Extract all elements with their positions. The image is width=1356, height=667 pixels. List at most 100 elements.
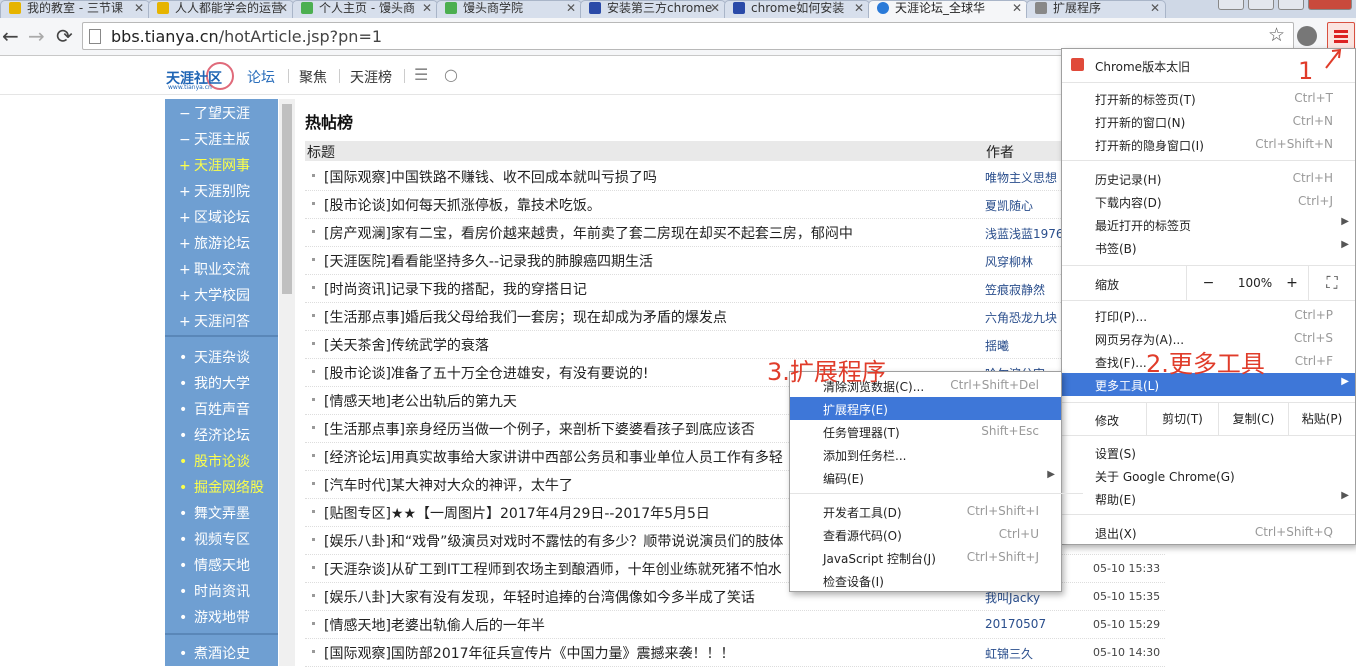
submenu-view-source[interactable]: 查看源代码(O) Ctrl+U — [790, 523, 1061, 546]
nav-ranking[interactable]: 天涯榜 — [350, 67, 392, 87]
post-author-link[interactable]: 20170507 — [985, 617, 1046, 631]
close-icon[interactable]: ✕ — [134, 1, 144, 15]
close-icon[interactable]: ✕ — [854, 1, 864, 15]
nav-menu-icon[interactable]: ☰ — [414, 65, 428, 84]
url-text[interactable]: bbs.tianya.cn/hotArticle.jsp?pn=1 — [111, 27, 382, 46]
sidebar-item[interactable]: • 舞文弄墨 — [179, 503, 250, 523]
sidebar-item[interactable]: • 掘金网络股 — [179, 477, 264, 497]
menu-history[interactable]: 历史记录(H) Ctrl+H — [1062, 167, 1355, 190]
sidebar-item[interactable]: • 百姓声音 — [179, 399, 250, 419]
sidebar-item[interactable]: + 天涯网事 — [179, 155, 250, 175]
table-row: [房产观澜]家有二宝，看房价越来越贵，年前卖了套二房现在却买不起套三房，郁闷中浅… — [305, 219, 1165, 247]
submenu-add-to-taskbar[interactable]: 添加到任务栏... — [790, 443, 1061, 466]
post-title-link[interactable]: [房产观澜]家有二宝，看房价越来越贵，年前卖了套二房现在却买不起套三房，郁闷中 — [324, 223, 979, 243]
bookmark-star-icon[interactable]: ☆ — [1268, 24, 1285, 46]
post-title-link[interactable]: [股市论谈]如何每天抓涨停板，靠技术吃饭。 — [324, 195, 979, 215]
sidebar-item[interactable]: • 我的大学 — [179, 373, 250, 393]
sidebar-item[interactable]: + 旅游论坛 — [179, 233, 250, 253]
tab-3[interactable]: 个人主页 - 馒头商 ✕ — [292, 0, 438, 18]
menu-new-tab[interactable]: 打开新的标签页(T) Ctrl+T — [1062, 87, 1355, 110]
tab-1[interactable]: 我的教室 - 三节课 ✕ — [0, 0, 150, 18]
sidebar-item[interactable]: • 天涯杂谈 — [179, 347, 250, 367]
close-window-icon[interactable] — [1308, 0, 1352, 10]
sidebar-item[interactable]: + 天涯问答 — [179, 311, 250, 331]
post-author-link[interactable]: 笠痕寂静然 — [985, 281, 1045, 298]
close-icon[interactable]: ✕ — [710, 1, 720, 15]
sidebar-item[interactable]: + 区域论坛 — [179, 207, 250, 227]
post-title-link[interactable]: [国际观察]国防部2017年征兵宣传片《中国力量》震撼来袭！！！ — [324, 643, 979, 663]
extension-icon[interactable] — [1297, 26, 1317, 46]
copy-button[interactable]: 复制(C) — [1218, 403, 1288, 435]
sidebar-item[interactable]: − 天涯主版 — [179, 129, 250, 149]
sidebar-item[interactable]: • 时尚资讯 — [179, 581, 250, 601]
sidebar-item[interactable]: • 经济论坛 — [179, 425, 250, 445]
menu-recent-tabs[interactable]: 最近打开的标签页 ▶ — [1062, 213, 1355, 236]
sidebar-item[interactable]: • 情感天地 — [179, 555, 250, 575]
post-author-link[interactable]: 浅蓝浅蓝1976 — [985, 225, 1064, 242]
zoom-in-button[interactable]: + — [1280, 266, 1304, 300]
sidebar-item[interactable]: − 了望天涯 — [179, 103, 250, 123]
post-title-link[interactable]: [生活那点事]婚后我父母给我们一套房；现在却成为矛盾的爆发点 — [324, 307, 979, 327]
tab-8[interactable]: 扩展程序 ✕ — [1026, 0, 1166, 18]
user-icon[interactable] — [1218, 0, 1244, 10]
address-bar[interactable]: bbs.tianya.cn/hotArticle.jsp?pn=1 ☆ — [82, 22, 1294, 50]
nav-focus[interactable]: 聚焦 — [299, 67, 327, 87]
tab-2[interactable]: 人人都能学会的运营 ✕ — [148, 0, 294, 18]
sidebar-item[interactable]: • 股市论谈 — [179, 451, 250, 471]
submenu-devtools[interactable]: 开发者工具(D) Ctrl+Shift+I — [790, 500, 1061, 523]
sidebar-item[interactable]: • 游戏地带 — [179, 607, 250, 627]
tab-5[interactable]: 安装第三方chrome ✕ — [580, 0, 726, 18]
close-icon[interactable]: ✕ — [1012, 1, 1022, 15]
minimize-icon[interactable] — [1248, 0, 1274, 10]
tab-6[interactable]: chrome如何安装 ✕ — [724, 0, 870, 18]
post-author-link[interactable]: 六角恐龙九块 — [985, 309, 1057, 326]
post-author-link[interactable]: 夏凯随心 — [985, 197, 1033, 214]
cut-button[interactable]: 剪切(T) — [1146, 403, 1218, 435]
menu-bookmarks[interactable]: 书签(B) ▶ — [1062, 236, 1355, 259]
reload-icon[interactable]: ⟳ — [56, 24, 73, 48]
back-icon[interactable]: ← — [2, 24, 19, 48]
post-title-link[interactable]: [天涯医院]看看能坚持多久--记录我的肺腺癌四期生活 — [324, 251, 979, 271]
close-icon[interactable]: ✕ — [278, 1, 288, 15]
menu-exit[interactable]: 退出(X) Ctrl+Shift+Q — [1062, 521, 1355, 544]
sidebar-item[interactable]: + 天涯别院 — [179, 181, 250, 201]
close-icon[interactable]: ✕ — [422, 1, 432, 15]
tianya-logo[interactable]: 天涯社区 www.tianya.cn — [166, 62, 238, 92]
close-icon[interactable]: ✕ — [566, 1, 576, 15]
sidebar-item[interactable]: + 大学校园 — [179, 285, 250, 305]
nav-forum[interactable]: 论坛 — [247, 67, 275, 87]
menu-about[interactable]: 关于 Google Chrome(G) — [1062, 464, 1355, 487]
post-author-link[interactable]: 揺曦 — [985, 337, 1009, 354]
paste-button[interactable]: 粘贴(P) — [1288, 403, 1355, 435]
post-title-link[interactable]: [时尚资讯]记录下我的搭配，我的穿搭日记 — [324, 279, 979, 299]
submenu-inspect[interactable]: 检查设备(I) — [790, 569, 1061, 592]
tab-4[interactable]: 馒头商学院 ✕ — [436, 0, 582, 18]
menu-incognito[interactable]: 打开新的隐身窗口(I) Ctrl+Shift+N — [1062, 133, 1355, 156]
post-author-link[interactable]: 虹锦三久 — [985, 645, 1033, 662]
submenu-task-manager[interactable]: 任务管理器(T) Shift+Esc — [790, 420, 1061, 443]
sidebar-item[interactable]: + 职业交流 — [179, 259, 250, 279]
fullscreen-button[interactable]: ⛶ — [1308, 266, 1355, 300]
tab-7-active[interactable]: 天涯论坛_全球华 ✕ — [868, 0, 1028, 18]
post-title-link[interactable]: [情感天地]老婆出轨偷人后的一年半 — [324, 615, 979, 635]
close-icon[interactable]: ✕ — [1150, 1, 1160, 15]
menu-print[interactable]: 打印(P)... Ctrl+P — [1062, 304, 1355, 327]
menu-settings[interactable]: 设置(S) — [1062, 441, 1355, 464]
post-author-link[interactable]: 风穿柳林 — [985, 253, 1033, 270]
submenu-js-console[interactable]: JavaScript 控制台(J) Ctrl+Shift+J — [790, 546, 1061, 569]
menu-help[interactable]: 帮助(E) ▶ — [1062, 487, 1355, 510]
page-scrollbar[interactable] — [279, 99, 295, 666]
sidebar-item[interactable]: • 视频专区 — [179, 529, 250, 549]
nav-search-icon[interactable]: ○ — [444, 65, 458, 84]
menu-downloads[interactable]: 下载内容(D) Ctrl+J — [1062, 190, 1355, 213]
sidebar-item[interactable]: • 煮酒论史 — [179, 643, 250, 663]
zoom-out-button[interactable]: − — [1186, 266, 1230, 300]
submenu-extensions[interactable]: 扩展程序(E) — [790, 397, 1061, 420]
menu-new-window[interactable]: 打开新的窗口(N) Ctrl+N — [1062, 110, 1355, 133]
forward-icon[interactable]: → — [28, 24, 45, 48]
maximize-icon[interactable] — [1278, 0, 1304, 10]
post-title-link[interactable]: [国际观察]中国铁路不赚钱、收不回成本就叫亏损了吗 — [324, 167, 979, 187]
submenu-encoding[interactable]: 编码(E) ▶ — [790, 466, 1061, 489]
post-author-link[interactable]: 唯物主义思想 — [985, 169, 1057, 186]
scrollbar-thumb[interactable] — [282, 104, 292, 294]
